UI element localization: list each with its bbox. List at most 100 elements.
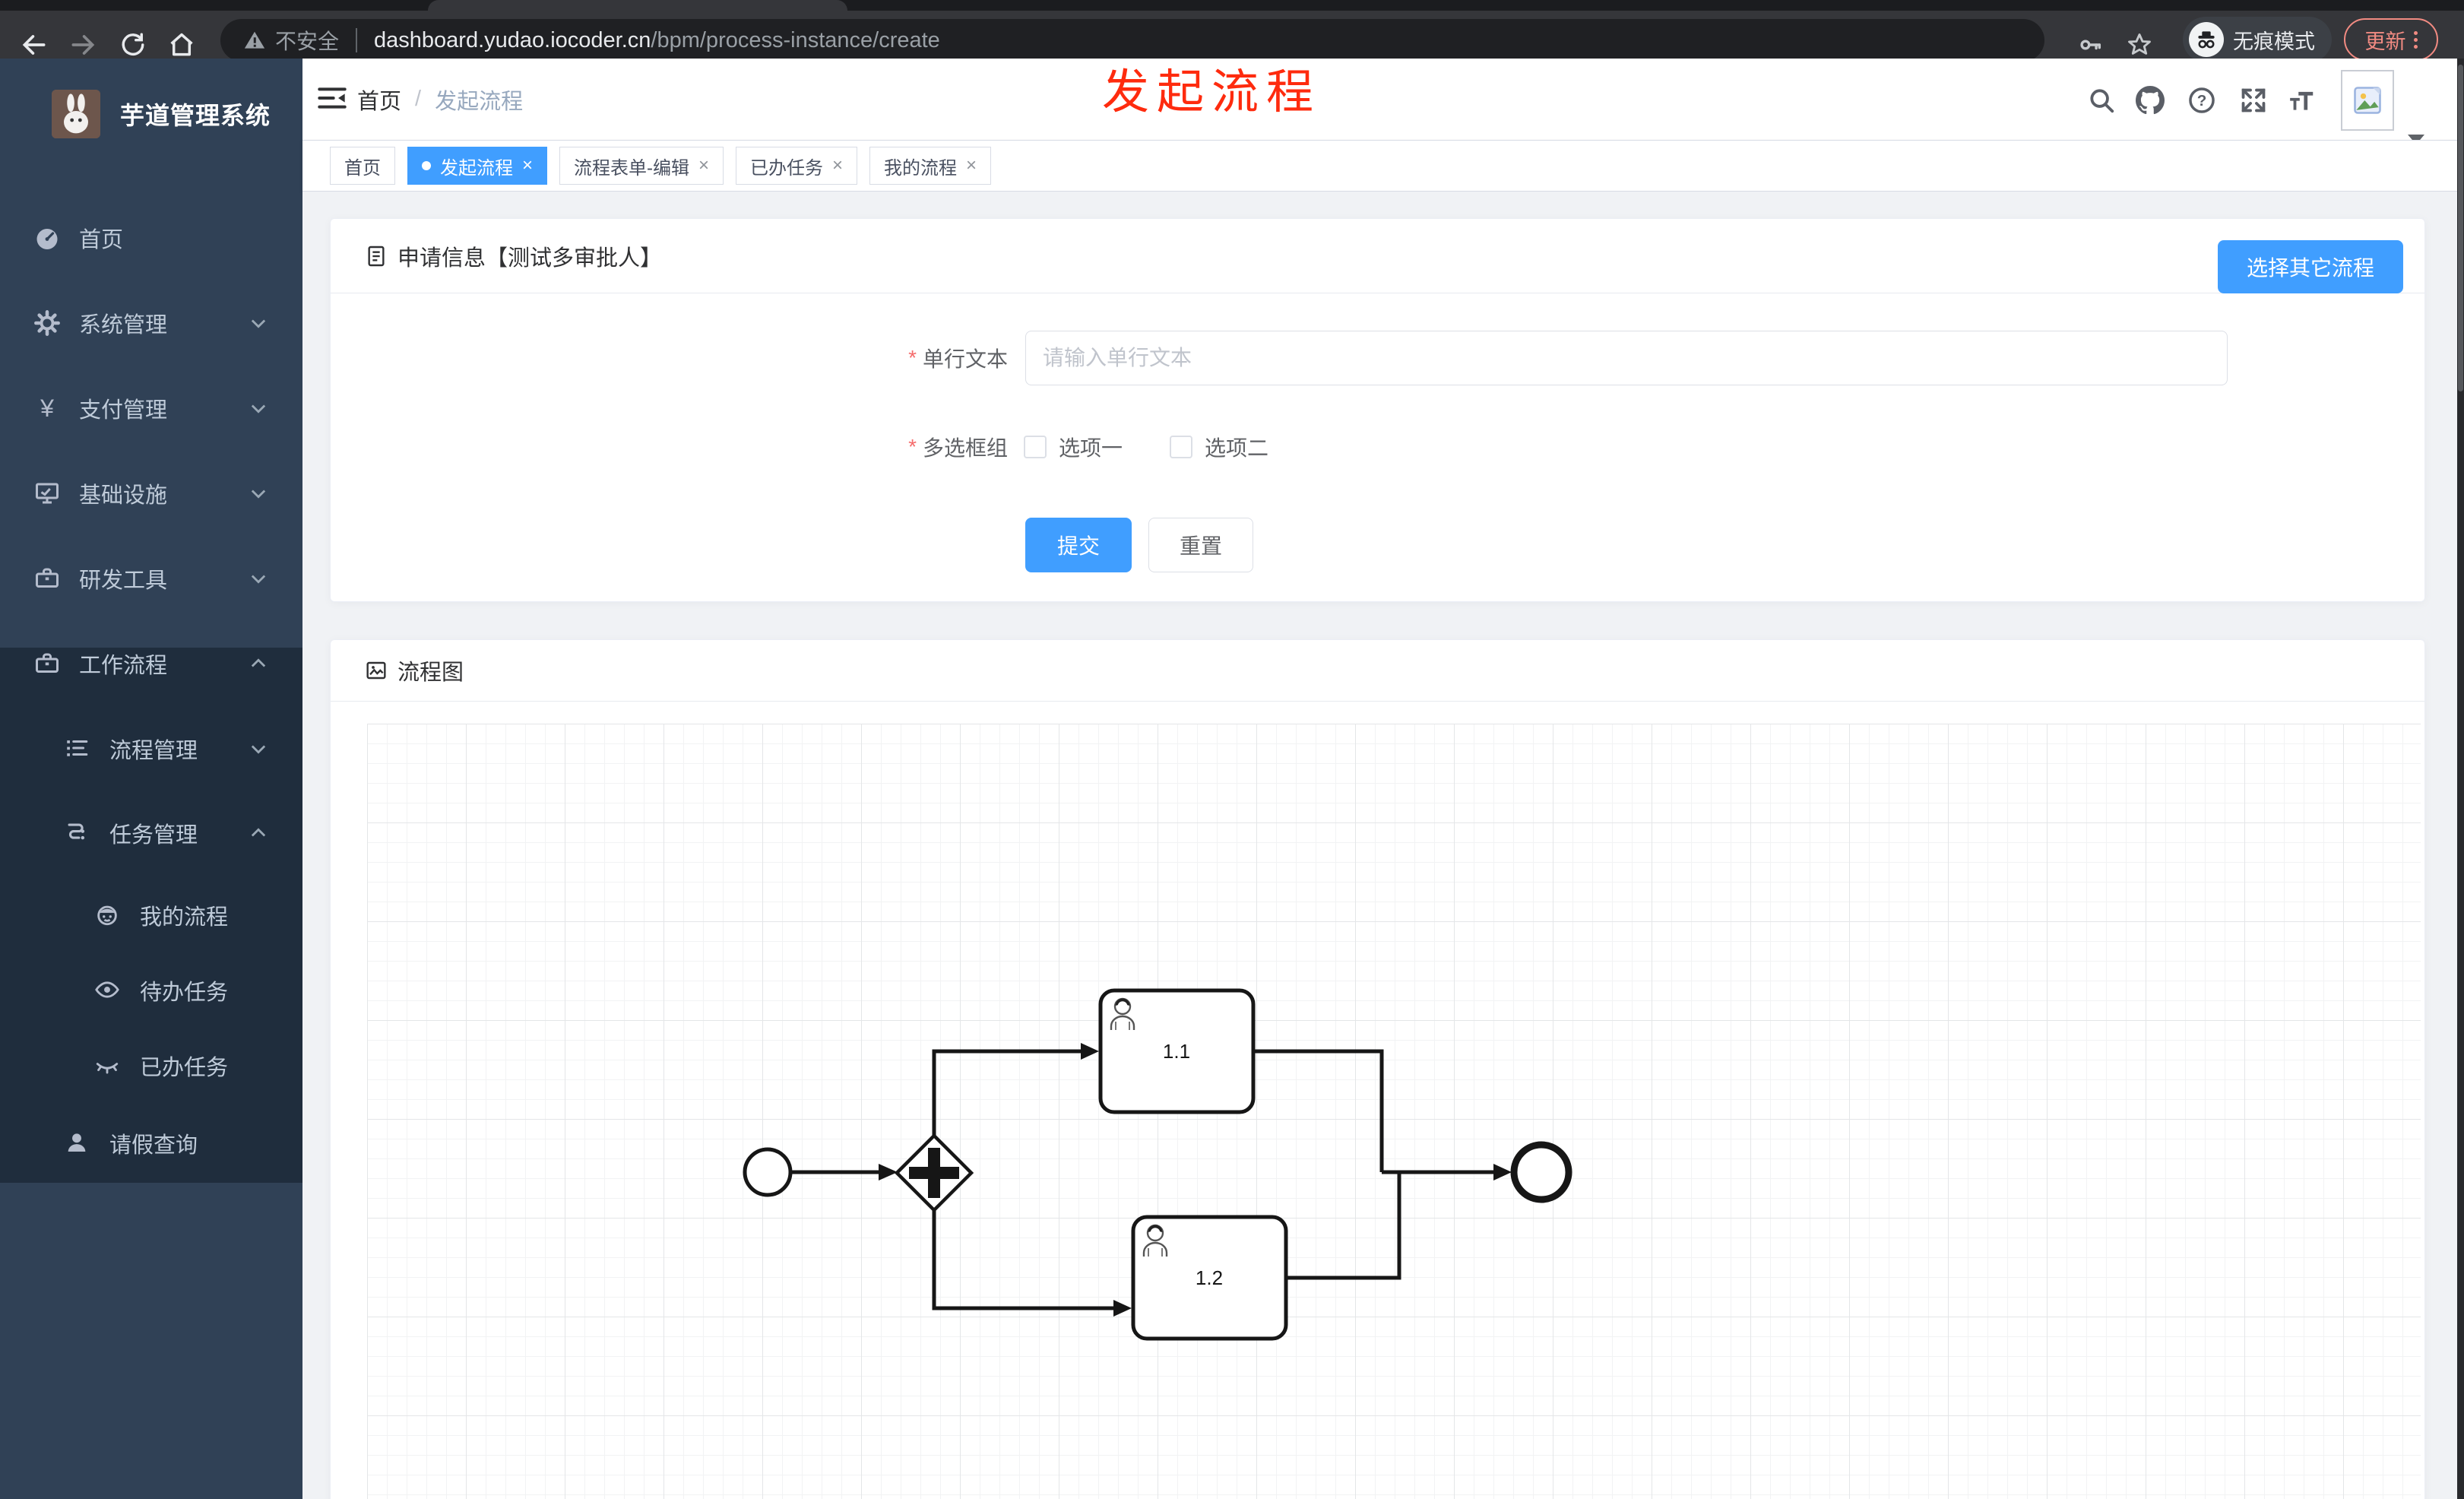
app-title: 芋道管理系统 [120, 102, 271, 129]
svg-text:?: ? [2197, 92, 2207, 109]
card-title: 申请信息【测试多审批人】 [397, 246, 663, 271]
incognito-label: 无痕模式 [2233, 30, 2315, 53]
chevron-down-icon [251, 319, 266, 328]
reset-button[interactable]: 重置 [1148, 518, 1253, 572]
document-icon [364, 244, 388, 268]
toolbox-icon [33, 565, 61, 592]
forward-icon[interactable] [65, 27, 100, 62]
avatar[interactable] [2341, 70, 2394, 131]
help-icon[interactable]: ? [2187, 86, 2216, 115]
breadcrumb-current: 发起流程 [435, 89, 524, 114]
chevron-down-icon [251, 490, 266, 499]
home-icon[interactable] [164, 27, 199, 62]
checkbox-label-option-2[interactable]: 选项二 [1205, 420, 1268, 474]
sidebar-item-todo-tasks[interactable]: 待办任务 [0, 951, 302, 1030]
sidebar-item-task-management[interactable]: 任务管理 [0, 794, 302, 873]
annotation-text: 发起流程 [1102, 66, 1322, 119]
sidebar-item-leave-query[interactable]: 请假查询 [0, 1104, 302, 1183]
process-diagram-card: 流程图 1.1 1.2 [330, 639, 2425, 1499]
required-mark: * [908, 346, 917, 369]
browser-tab[interactable] [428, 0, 847, 11]
chevron-down-icon [251, 745, 266, 754]
chevron-down-icon [251, 404, 266, 414]
close-icon[interactable]: × [522, 155, 533, 176]
breadcrumb-home[interactable]: 首页 [357, 84, 401, 116]
scrollbar-thumb[interactable] [2458, 65, 2463, 391]
sidebar-item-dev-tools[interactable]: 研发工具 [0, 536, 302, 621]
key-icon[interactable] [2073, 27, 2108, 62]
field-label-single-line-text: * 单行文本 [908, 346, 1008, 371]
single-line-text-input[interactable] [1025, 331, 2228, 385]
briefcase-icon [33, 650, 61, 677]
sidebar-item-infrastructure[interactable]: 基础设施 [0, 451, 302, 536]
font-size-icon[interactable] [2288, 86, 2317, 115]
sidebar-item-system[interactable]: 系统管理 [0, 280, 302, 366]
required-mark: * [908, 435, 917, 458]
checkbox-option-1[interactable] [1024, 436, 1047, 458]
checkbox-option-2[interactable] [1170, 436, 1192, 458]
sidebar-item-my-process[interactable]: 我的流程 [0, 876, 302, 955]
update-button[interactable]: 更新 [2344, 18, 2438, 61]
page-scrollbar[interactable] [2457, 59, 2464, 1499]
eye-icon [94, 977, 122, 1004]
task-label: 1.2 [1196, 1266, 1223, 1289]
close-icon[interactable]: × [966, 155, 977, 176]
bpmn-end-event [1510, 1141, 1572, 1203]
incognito-chip: 无痕模式 [2183, 17, 2332, 62]
sidebar-item-payment[interactable]: ¥ 支付管理 [0, 366, 302, 451]
card-title: 流程图 [397, 661, 464, 685]
browser-menu-icon[interactable] [2413, 30, 2418, 49]
tab-my-process[interactable]: 我的流程 × [869, 147, 992, 185]
bpmn-parallel-gateway [894, 1133, 974, 1213]
sidebar-item-done-tasks[interactable]: 已办任务 [0, 1026, 302, 1105]
bpmn-user-task-1: 1.1 [1098, 988, 1256, 1114]
broken-image-icon [2354, 87, 2381, 114]
dashboard-icon [33, 224, 61, 252]
github-icon[interactable] [2136, 86, 2165, 115]
application-info-card: 申请信息【测试多审批人】 选择其它流程 * 单行文本 * 多选框组 选项一 选项… [330, 218, 2425, 602]
choose-other-process-button[interactable]: 选择其它流程 [2217, 240, 2403, 293]
tags-view-bar: 首页 发起流程 × 流程表单-编辑 × 已办任务 × 我的流程 × [302, 140, 2457, 192]
sidebar-item-process-management[interactable]: 流程管理 [0, 709, 302, 788]
close-icon[interactable]: × [832, 155, 843, 176]
tab-done-tasks[interactable]: 已办任务 × [736, 147, 858, 185]
active-tab-dot [422, 161, 431, 170]
url-path: /bpm/process-instance/create [651, 27, 940, 52]
back-icon[interactable] [17, 27, 52, 62]
sidebar: 芋道管理系统 首页 系统管理 ¥ 支付管理 基础设施 研发工具 工作流程 流程管… [0, 59, 302, 1499]
tab-home[interactable]: 首页 [330, 147, 395, 185]
incognito-icon [2189, 22, 2224, 57]
app-logo [52, 90, 100, 138]
fullscreen-icon[interactable] [2239, 86, 2268, 115]
task-label: 1.1 [1163, 1040, 1190, 1063]
sidebar-logo-row[interactable]: 芋道管理系统 [0, 68, 302, 160]
search-icon[interactable] [2087, 86, 2116, 115]
bpmn-user-task-2: 1.2 [1131, 1215, 1288, 1341]
submit-button[interactable]: 提交 [1025, 518, 1132, 572]
browser-toolbar: 不安全 dashboard.yudao.iocoder.cn/bpm/proce… [0, 11, 2464, 62]
card-header: 申请信息【测试多审批人】 [331, 219, 2424, 293]
eye-closed-icon [94, 1052, 122, 1079]
bpmn-start-event [743, 1147, 793, 1197]
chevron-up-icon [251, 658, 266, 667]
url-domain: dashboard.yudao.iocoder.cn [374, 27, 651, 52]
url-text[interactable]: dashboard.yudao.iocoder.cn/bpm/process-i… [374, 28, 940, 53]
bpmn-diagram: 1.1 1.2 [743, 988, 1572, 1341]
checkbox-label-option-1[interactable]: 选项一 [1059, 420, 1123, 474]
close-icon[interactable]: × [698, 155, 709, 176]
security-label[interactable]: 不安全 [275, 25, 339, 55]
bookmark-star-icon[interactable] [2122, 27, 2157, 62]
bpmn-canvas[interactable]: 1.1 1.2 [367, 724, 2421, 1499]
sidebar-collapse-icon[interactable] [317, 81, 347, 115]
card-header: 流程图 [331, 640, 2424, 702]
app-header: 首页 / 发起流程 ? [302, 59, 2457, 144]
list-icon [64, 735, 91, 762]
sidebar-item-workflow[interactable]: 工作流程 [0, 621, 302, 706]
field-label-checkbox-group: * 多选框组 [908, 435, 1008, 460]
tab-process-form-edit[interactable]: 流程表单-编辑 × [559, 147, 724, 185]
sidebar-item-home[interactable]: 首页 [0, 195, 302, 280]
tab-start-process[interactable]: 发起流程 × [407, 147, 548, 185]
monitor-icon [33, 480, 61, 507]
update-label: 更新 [2364, 30, 2406, 53]
reload-icon[interactable] [116, 27, 150, 62]
